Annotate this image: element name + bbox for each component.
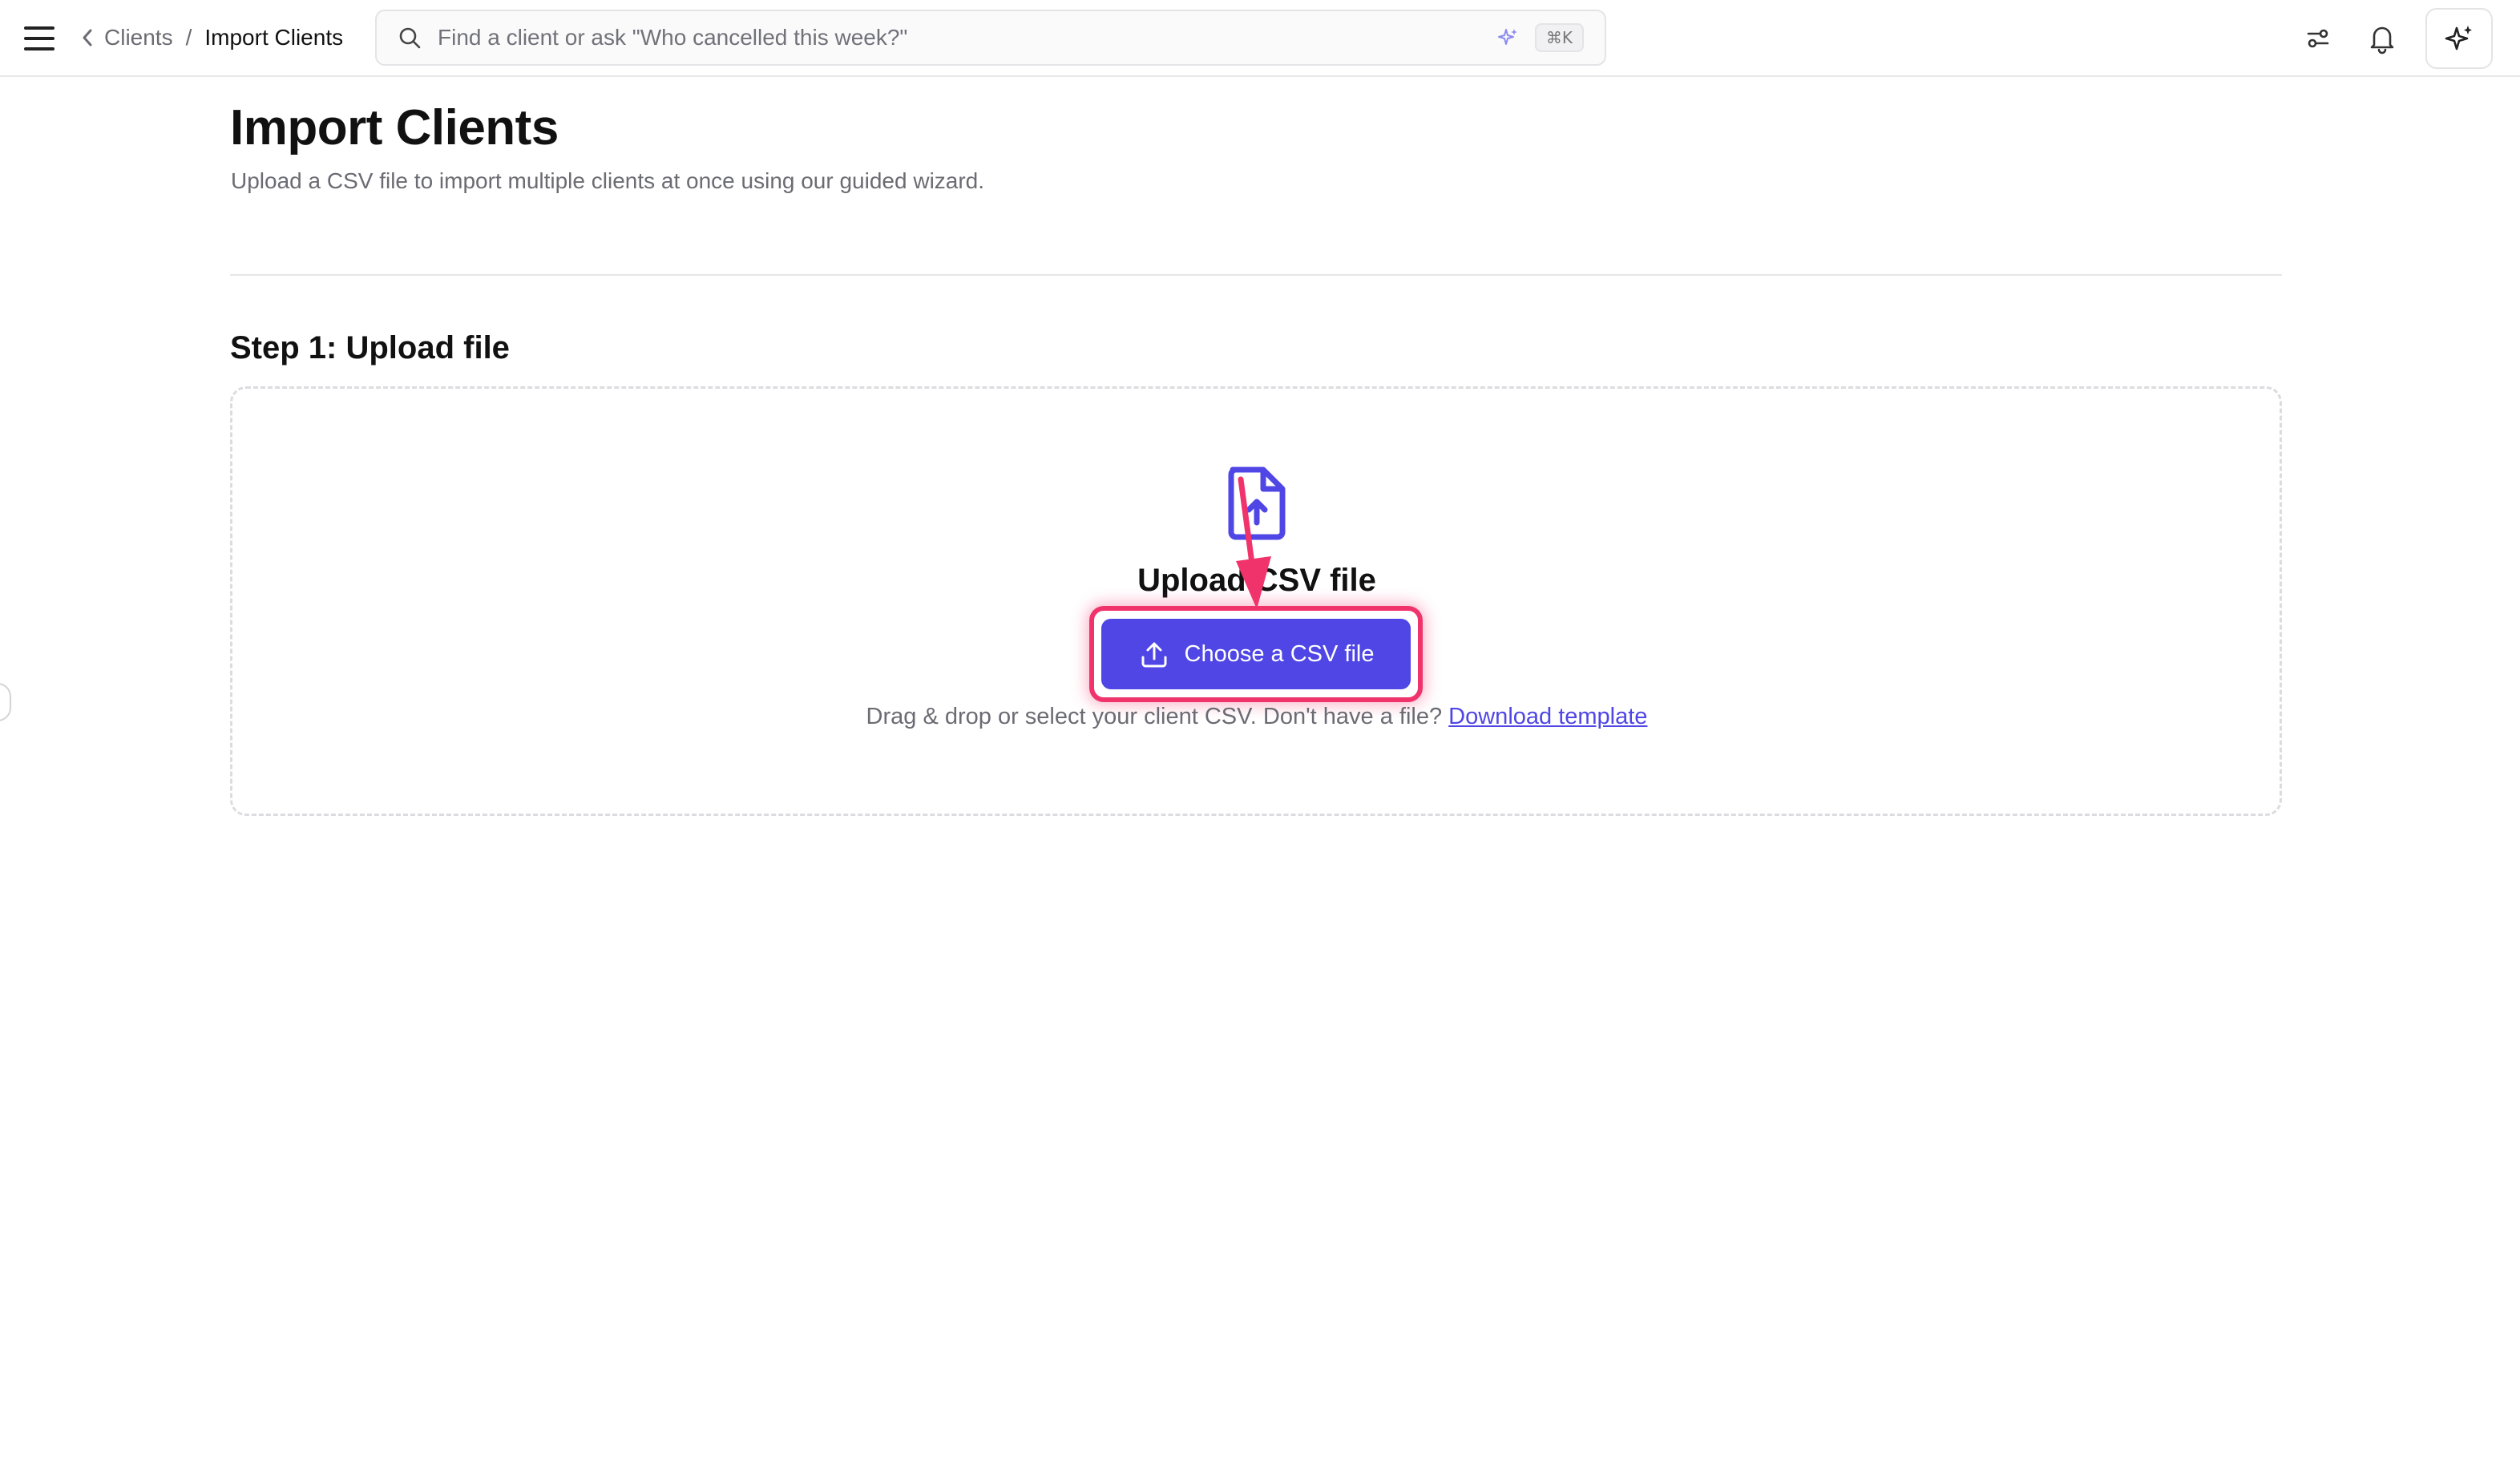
file-upload-icon xyxy=(1228,466,1286,540)
shortcut-hint: ⌘K xyxy=(1534,23,1584,52)
top-bar: Clients / Import Clients ⌘K xyxy=(0,0,2520,77)
ai-assistant-button[interactable] xyxy=(2425,8,2493,69)
helper-text: Drag & drop or select your client CSV. D… xyxy=(0,704,2514,730)
menu-icon[interactable] xyxy=(24,21,59,56)
breadcrumb-back-link[interactable]: Clients xyxy=(80,25,173,50)
bell-icon[interactable] xyxy=(2363,19,2401,58)
ai-sparkle-icon xyxy=(2445,26,2472,50)
search-bar[interactable]: ⌘K xyxy=(375,10,1606,66)
breadcrumb-separator: / xyxy=(185,25,192,50)
filters-icon[interactable] xyxy=(2299,19,2337,58)
choose-csv-button-label: Choose a CSV file xyxy=(1184,640,1375,667)
sparkle-icon[interactable] xyxy=(1496,26,1519,49)
csv-dropzone[interactable] xyxy=(230,386,2282,816)
breadcrumb-current: Import Clients xyxy=(204,25,344,50)
download-template-link[interactable]: Download template xyxy=(1448,704,1647,729)
choose-csv-button[interactable]: Choose a CSV file xyxy=(1101,619,1411,689)
step-title: Step 1: Upload file xyxy=(230,330,510,365)
chevron-left-icon xyxy=(83,29,92,46)
bell-icon-svg xyxy=(2370,26,2394,55)
page-subtitle: Upload a CSV file to import multiple cli… xyxy=(231,168,985,193)
breadcrumb-parent[interactable]: Clients xyxy=(104,25,173,50)
upload-heading: Upload CSV file xyxy=(1137,563,1376,598)
filters-icon-svg xyxy=(2307,29,2329,48)
helper-text-body: Drag & drop or select your client CSV. D… xyxy=(866,704,1443,729)
divider xyxy=(230,274,2282,276)
search-input[interactable] xyxy=(436,24,1496,51)
search-icon xyxy=(399,27,421,49)
breadcrumb: Clients / Import Clients xyxy=(80,18,343,58)
page-title: Import Clients xyxy=(230,100,559,155)
upload-icon xyxy=(1141,642,1167,668)
